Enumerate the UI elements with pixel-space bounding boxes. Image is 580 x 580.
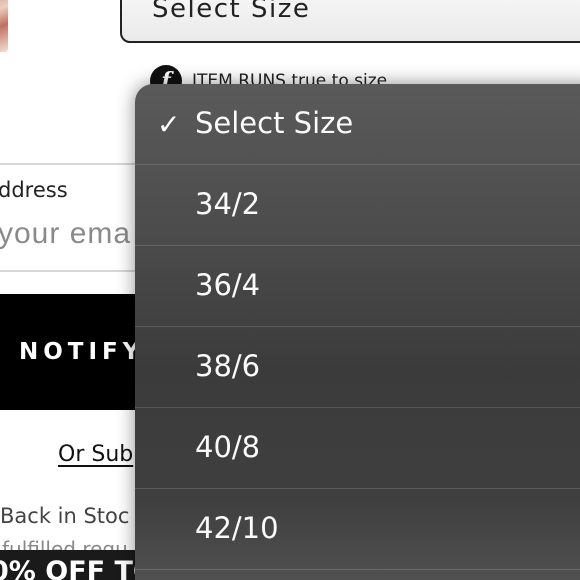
subscribe-link[interactable]: Or Sub [58, 442, 133, 467]
size-option-42-10[interactable]: 42/10 [135, 489, 580, 570]
size-option-label: Select Size [195, 106, 354, 140]
restock-text: Back in Stoc [0, 504, 130, 528]
size-option-label: 40/8 [195, 430, 261, 464]
size-select-value: Select Size [152, 0, 311, 24]
size-select[interactable]: Select Size [120, 0, 580, 43]
size-option-34-2[interactable]: 34/2 [135, 165, 580, 246]
email-label: ddress [0, 178, 68, 202]
size-option-label: 36/4 [195, 268, 261, 302]
size-option-40-8[interactable]: 40/8 [135, 408, 580, 489]
size-option-36-4[interactable]: 36/4 [135, 246, 580, 327]
product-thumbnail [0, 0, 8, 52]
size-option-38-6[interactable]: 38/6 [135, 327, 580, 408]
size-option-label: 34/2 [195, 187, 261, 221]
size-dropdown-menu: ✓ Select Size 34/2 36/4 38/6 40/8 42/10 [135, 84, 580, 580]
size-option-label: 38/6 [195, 349, 261, 383]
size-option-label: 42/10 [195, 511, 279, 545]
checkmark-icon: ✓ [157, 108, 181, 141]
size-option-select-size[interactable]: ✓ Select Size [135, 84, 580, 165]
